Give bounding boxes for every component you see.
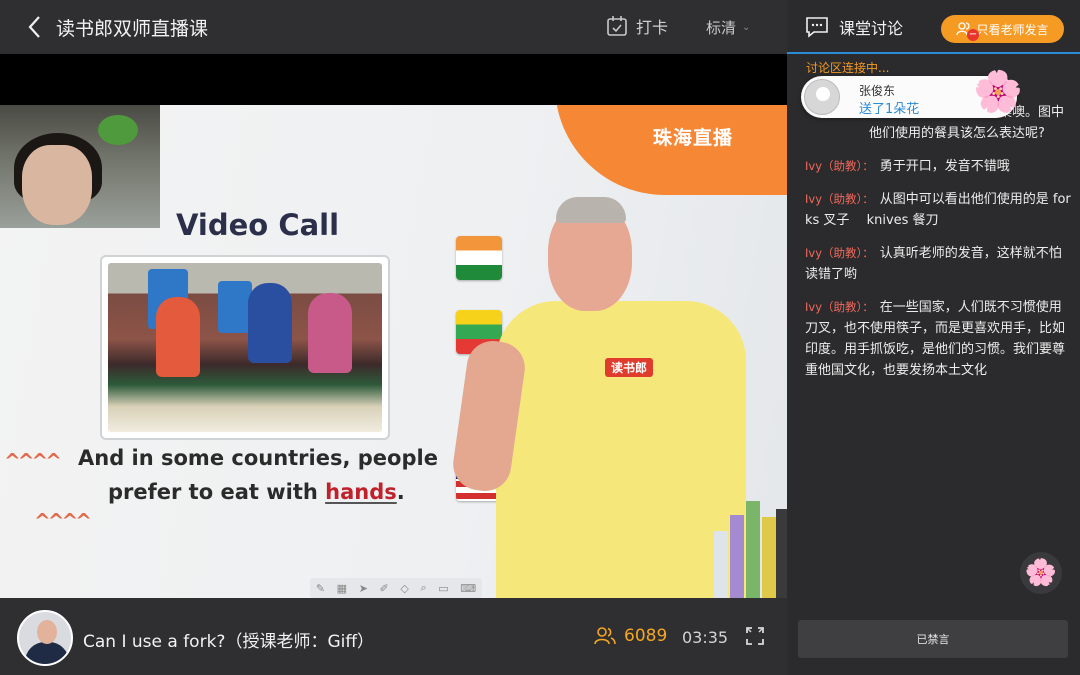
slide-title: Video Call — [176, 208, 340, 242]
board-icon[interactable]: ▭ — [438, 582, 448, 595]
zigzag-decoration: ^^^^ — [4, 449, 62, 473]
course-info-bar: Can I use a fork?（授课老师：Giff） 6089 03:35 — [0, 598, 787, 675]
page-title: 读书郎双师直播课 — [56, 17, 209, 40]
chat-message: Ivy（助教）： 在一些国家，人们既不习惯使用刀叉，也不使用筷子，而是更喜欢用手，… — [805, 300, 1066, 378]
cursor-icon[interactable]: ➤ — [359, 582, 368, 595]
chat-header: 课堂讨论 − 只看老师发言 — [787, 0, 1080, 54]
online-count-value: 6089 — [624, 626, 668, 646]
chat-title: 课堂讨论 — [805, 15, 903, 39]
keyboard-icon[interactable]: ⌨ — [460, 582, 476, 595]
back-button[interactable] — [14, 0, 54, 54]
top-bar: 读书郎双师直播课 打卡 标清 ⌄ — [0, 0, 787, 54]
flower-icon: 🌸 — [973, 69, 1023, 115]
chevron-left-icon — [28, 16, 40, 38]
chat-message-list[interactable]: …可以从图片中找到答案噢。图中他们使用的餐具该怎么表达呢? Ivy（助教）：勇于… — [805, 102, 1071, 393]
quality-selector[interactable]: 标清 ⌄ — [706, 17, 750, 38]
flower-icon: 🌸 — [1024, 558, 1058, 588]
checkin-label: 打卡 — [636, 18, 669, 37]
connection-status: 讨论区连接中... — [806, 61, 890, 75]
gift-notification: 张俊东 送了1朵花 🌸 — [801, 72, 1023, 118]
video-player[interactable]: 珠海直播 Video Call And in some countries, p… — [0, 54, 787, 601]
slide-caption-line2: prefer to eat with hands. — [108, 480, 405, 504]
dining-photo — [108, 263, 382, 432]
message-sender: Ivy（助教）： — [805, 246, 874, 260]
message-sender: Ivy（助教）： — [805, 300, 874, 314]
discussion-panel: 课堂讨论 − 只看老师发言 讨论区连接中... …可以从图片中找到答案噢。图中他… — [787, 0, 1080, 675]
slide-caption-line1: And in some countries, people — [78, 446, 438, 470]
message-sender: Ivy（助教）： — [805, 192, 874, 206]
student-camera[interactable] — [0, 105, 160, 228]
muted-label: 已禁言 — [916, 633, 950, 646]
send-flower-button[interactable]: 🌸 — [1020, 552, 1062, 594]
muted-input-bar: 已禁言 — [798, 620, 1068, 658]
grid-icon[interactable]: ▦ — [337, 582, 347, 595]
chat-message: Ivy（助教）： 认真听老师的发音，这样就不怕读错了哟 — [805, 246, 1062, 282]
avatar[interactable] — [17, 610, 73, 666]
chat-bubble-icon — [806, 17, 828, 38]
gift-text: 送了1朵花 — [859, 102, 920, 117]
fullscreen-icon — [746, 627, 764, 645]
elapsed-time: 03:35 — [682, 628, 729, 647]
online-count: 6089 — [594, 626, 667, 646]
course-title: Can I use a fork?（授课老师：Giff） — [83, 632, 375, 652]
quality-label: 标清 — [706, 19, 737, 37]
chat-message: Ivy（助教）： 从图中可以看出他们使用的是 forks 叉子 knives 餐刀 — [805, 192, 1071, 228]
teacher-only-toggle[interactable]: − 只看老师发言 — [941, 15, 1064, 43]
shirt-logo: 读书郎 — [605, 358, 654, 377]
chat-message: Ivy（助教）： 勇于开口，发音不错哦 — [805, 159, 1010, 174]
zigzag-decoration: ^^^^ — [34, 509, 92, 533]
bookshelf — [714, 477, 787, 601]
minus-badge-icon: − — [967, 29, 979, 41]
live-class-app: 读书郎双师直播课 打卡 标清 ⌄ 珠海直播 Video Call And in … — [0, 0, 1080, 675]
search-icon[interactable]: ⌕ — [420, 581, 426, 595]
gift-sender-name: 张俊东 — [859, 84, 896, 98]
calendar-check-icon — [607, 16, 627, 36]
pen-icon[interactable]: ✎ — [316, 582, 325, 595]
chevron-down-icon: ⌄ — [742, 22, 751, 33]
slide-photo — [100, 255, 390, 440]
checkin-button[interactable]: 打卡 — [606, 14, 668, 38]
eraser-icon[interactable]: ◇ — [400, 582, 408, 595]
channel-logo: 珠海直播 — [653, 127, 734, 149]
answer-word: hands — [325, 480, 397, 504]
users-icon — [594, 627, 616, 645]
slide-toolbar[interactable]: ✎ ▦ ➤ ✐ ◇ ⌕ ▭ ⌨ — [310, 578, 482, 598]
message-sender: Ivy（助教）： — [805, 159, 874, 173]
fullscreen-button[interactable] — [745, 626, 765, 646]
avatar — [804, 79, 840, 115]
marker-icon[interactable]: ✐ — [380, 582, 389, 595]
